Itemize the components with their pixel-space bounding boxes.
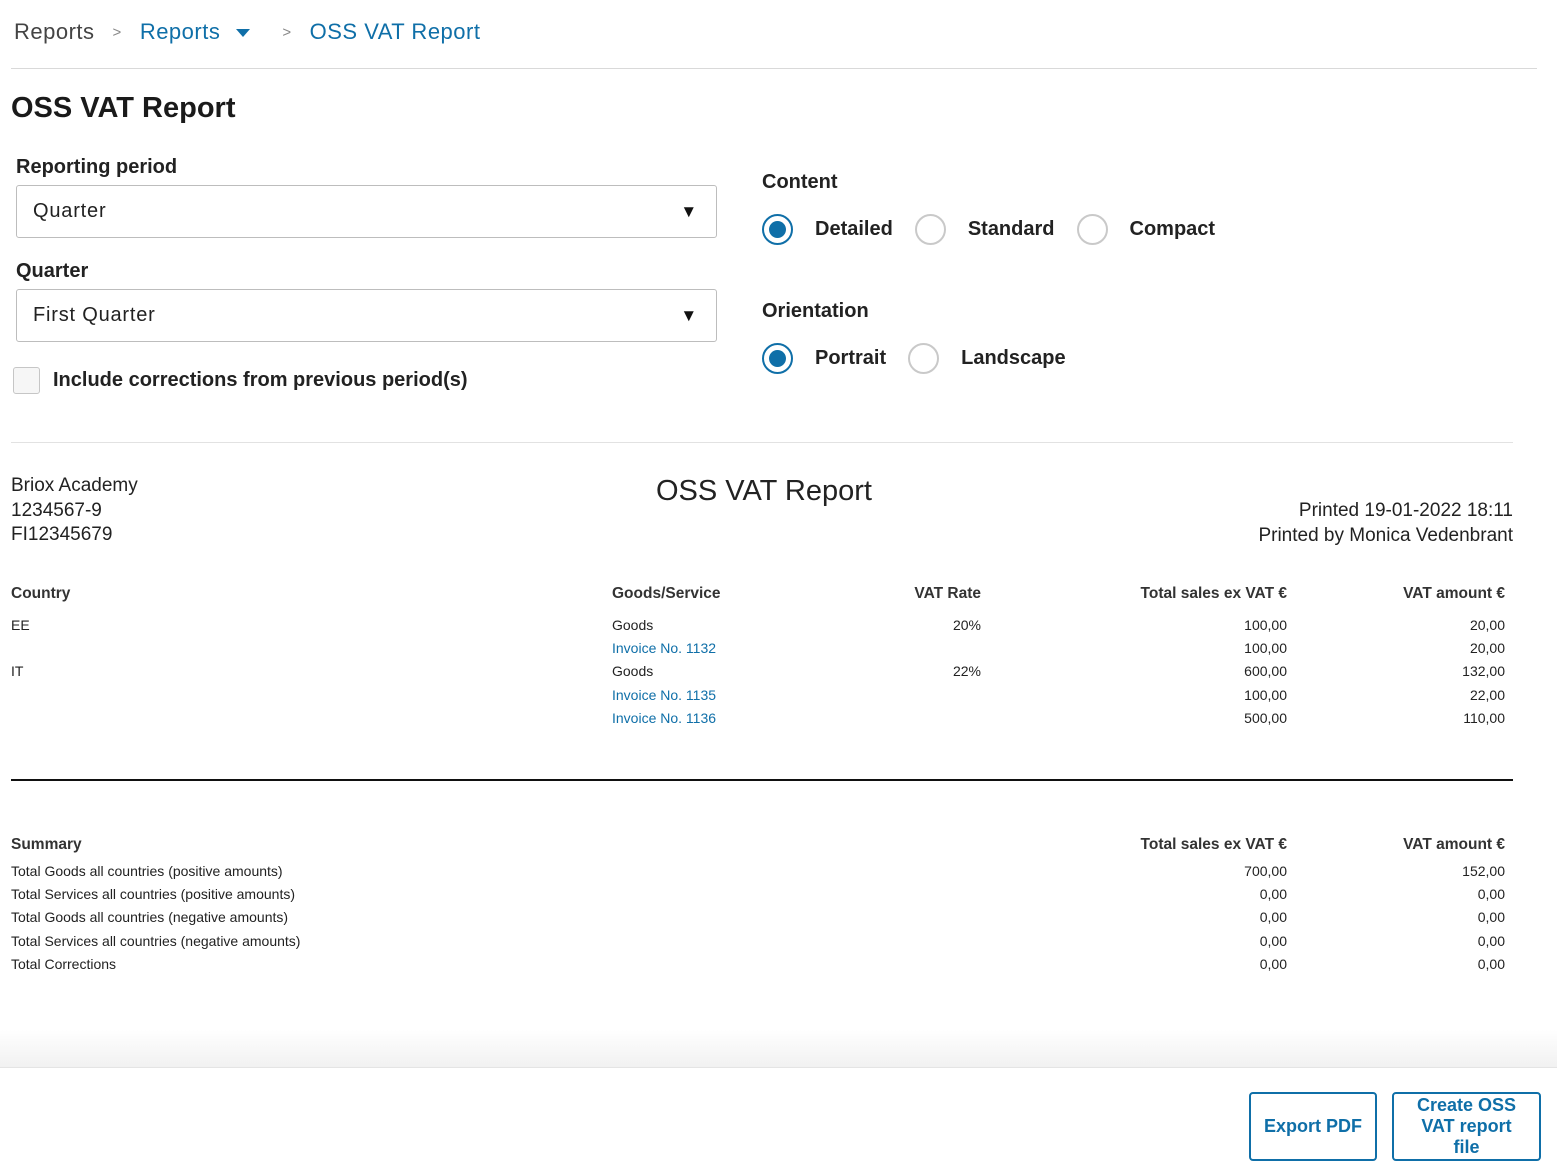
total-sales-cell: 100,00 [1244,640,1287,656]
content-standard-label[interactable]: Standard [968,218,1055,241]
invoice-link[interactable]: Invoice No. 1135 [612,687,716,703]
printed-date: Printed 19-01-2022 18:11 [1298,500,1513,521]
company-info: Briox Academy 1234567-9 FI12345679 [11,474,138,548]
create-file-label-line3: file [1453,1137,1480,1157]
include-corrections-row: Include corrections from previous period… [13,367,468,394]
reporting-period-value: Quarter [33,200,107,222]
export-pdf-label: Export PDF [1263,1116,1362,1136]
page-title: OSS VAT Report [11,92,236,124]
breadcrumb-current[interactable]: OSS VAT Report [310,19,481,45]
summary-label: Total Corrections [11,956,117,972]
content-label: Content [762,171,838,193]
company-name: Briox Academy [11,475,138,496]
content-compact-radio[interactable] [1076,214,1108,245]
vat-amount-cell: 20,00 [1469,617,1505,633]
orientation-label: Orientation [762,300,869,322]
reporting-period-select[interactable]: Quarter ▼ [16,185,717,238]
summary-vat-amount: 152,00 [1462,863,1505,879]
footer-shadow [0,1030,1557,1067]
printed-by: Printed by Monica Vedenbrant [1258,524,1513,546]
column-header-vat-rate: VAT Rate [914,585,981,602]
company-vat-number: FI12345679 [11,524,113,545]
quarter-select[interactable]: First Quarter ▼ [16,289,717,342]
total-sales-cell: 100,00 [1244,617,1287,633]
include-corrections-checkbox[interactable] [13,367,40,394]
vat-amount-cell: 110,00 [1463,710,1505,726]
create-file-label-line1: Create OSS [1416,1095,1517,1115]
content-detailed-label[interactable]: Detailed [815,218,893,241]
orientation-portrait-radio[interactable] [762,343,793,374]
column-header-country: Country [11,585,71,602]
orientation-radio-group: Portrait Landscape [762,343,1088,374]
reporting-period-label: Reporting period [16,156,178,178]
total-sales-cell: 100,00 [1244,687,1287,703]
orientation-landscape-radio[interactable] [908,343,940,374]
invoice-link[interactable]: Invoice No. 1136 [612,710,716,726]
country-cell: IT [11,663,24,679]
goods-service-cell: Goods [612,617,654,633]
summary-total-sales: 0,00 [1259,886,1287,902]
summary-label: Total Services all countries (negative a… [11,933,301,949]
invoice-link[interactable]: Invoice No. 1132 [612,640,716,656]
summary-vat-amount: 0,00 [1477,956,1505,972]
breadcrumb-separator: > [282,23,292,41]
header-divider [11,68,1537,69]
goods-service-cell: Goods [612,663,654,679]
summary-vat-amount: 0,00 [1477,909,1505,925]
dropdown-arrow-icon: ▼ [680,201,698,221]
total-sales-cell: 600,00 [1244,663,1287,679]
summary-label: Total Services all countries (positive a… [11,886,296,902]
summary-total-sales: 0,00 [1259,909,1287,925]
create-oss-vat-file-button[interactable]: Create OSS VAT report file [1392,1092,1541,1161]
quarter-label: Quarter [16,260,89,282]
content-compact-label[interactable]: Compact [1130,218,1216,241]
column-header-goods-service: Goods/Service [612,585,721,602]
total-sales-cell: 500,00 [1244,710,1287,726]
summary-vat-amount: 0,00 [1477,886,1505,902]
summary-heading: Summary [11,836,82,853]
include-corrections-label[interactable]: Include corrections from previous period… [53,369,468,392]
section-divider [11,442,1513,443]
export-pdf-button[interactable]: Export PDF [1249,1092,1377,1161]
summary-total-sales: 0,00 [1259,933,1287,949]
orientation-landscape-label[interactable]: Landscape [961,347,1065,370]
content-detailed-radio[interactable] [762,214,793,245]
summary-header-vat-amount: VAT amount € [1403,836,1505,853]
vat-amount-cell: 132,00 [1462,663,1505,679]
content-standard-radio[interactable] [914,214,946,245]
vat-amount-cell: 22,00 [1469,687,1505,703]
summary-header-total-sales: Total sales ex VAT € [1140,836,1287,853]
dropdown-arrow-icon: ▼ [680,305,698,325]
summary-total-sales: 700,00 [1244,863,1287,879]
breadcrumb-reports-link[interactable]: Reports [140,19,221,45]
column-header-vat-amount: VAT amount € [1403,585,1505,602]
vat-rate-cell: 22% [952,663,981,679]
breadcrumb: Reports > Reports > OSS VAT Report [14,16,480,48]
vat-rate-cell: 20% [952,617,981,633]
orientation-portrait-label[interactable]: Portrait [815,347,886,370]
report-title: OSS VAT Report [656,475,872,507]
vat-amount-cell: 20,00 [1469,640,1505,656]
summary-label: Total Goods all countries (negative amou… [11,909,289,925]
summary-label: Total Goods all countries (positive amou… [11,863,283,879]
breadcrumb-root: Reports [14,19,95,44]
content-radio-group: Detailed Standard Compact [762,214,1237,245]
action-bar: Export PDF Create OSS VAT report file [0,1067,1557,1175]
company-org-number: 1234567-9 [11,499,102,521]
chevron-down-icon[interactable] [236,29,251,37]
summary-vat-amount: 0,00 [1477,933,1505,949]
country-cell: EE [11,617,30,633]
quarter-value: First Quarter [33,304,156,326]
column-header-total-sales: Total sales ex VAT € [1140,585,1287,602]
create-file-label-line2: VAT report [1421,1116,1512,1136]
report-total-rule [11,779,1513,781]
summary-total-sales: 0,00 [1259,956,1287,972]
print-info: Printed 19-01-2022 18:11 Printed by Moni… [1258,499,1513,548]
breadcrumb-separator: > [112,23,122,41]
